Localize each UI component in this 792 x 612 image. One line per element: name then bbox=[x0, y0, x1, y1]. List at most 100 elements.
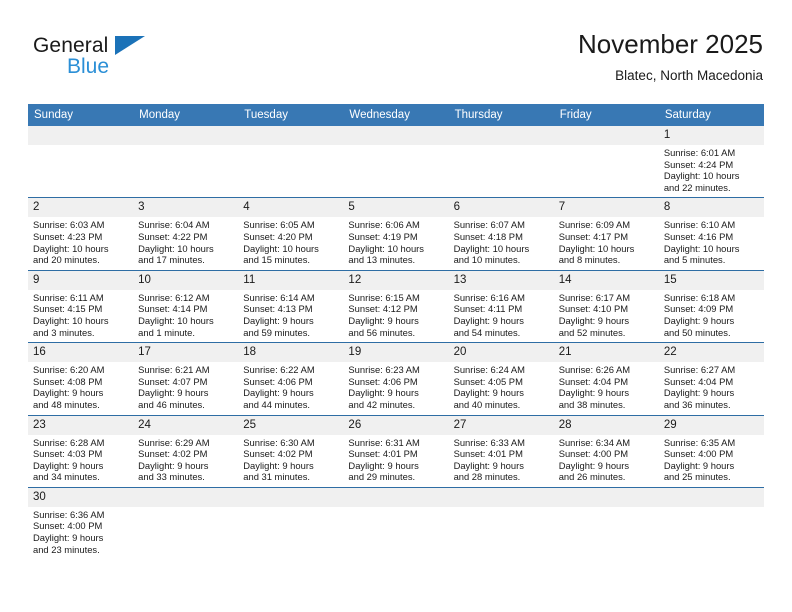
sunset-time: Sunset: 4:18 PM bbox=[453, 230, 523, 242]
day-number: 13 bbox=[448, 270, 554, 290]
daylight-duration-line1: Daylight: 9 hours bbox=[138, 387, 209, 399]
daylight-duration-line1: Daylight: 9 hours bbox=[138, 459, 209, 471]
weekday-header-monday: Monday bbox=[133, 104, 239, 126]
calendar-day-cell[interactable]: 23 Sunrise: 6:28 AM Sunset: 4:03 PM Dayligh… bbox=[28, 415, 134, 488]
day-number: 6 bbox=[448, 198, 554, 218]
calendar-day-cell[interactable]: 29 Sunrise: 6:35 AM Sunset: 4:00 PM Dayligh… bbox=[658, 415, 764, 488]
calendar-day-cell[interactable]: 5 Sunrise: 6:06 AM Sunset: 4:19 PM Daylight… bbox=[343, 197, 449, 271]
daylight-duration-line2: and 31 minutes. bbox=[243, 471, 310, 483]
calendar-day-cell-empty bbox=[553, 487, 659, 559]
calendar-day-cell[interactable]: 16 Sunrise: 6:20 AM Sunset: 4:08 PM Dayligh… bbox=[28, 342, 134, 416]
day-number: 16 bbox=[28, 343, 134, 363]
daylight-duration-line1: Daylight: 9 hours bbox=[348, 387, 419, 399]
sunset-time: Sunset: 4:06 PM bbox=[348, 375, 418, 387]
brand-logo[interactable]: General Blue bbox=[33, 34, 253, 78]
calendar-day-cell[interactable]: 18 Sunrise: 6:22 AM Sunset: 4:06 PM Dayligh… bbox=[238, 342, 344, 416]
daylight-duration-line2: and 40 minutes. bbox=[453, 398, 521, 410]
day-number: 7 bbox=[553, 198, 659, 218]
calendar-day-cell[interactable]: 11 Sunrise: 6:14 AM Sunset: 4:13 PM Dayligh… bbox=[238, 270, 344, 344]
calendar-day-cell[interactable]: 22 Sunrise: 6:27 AM Sunset: 4:04 PM Dayligh… bbox=[658, 342, 764, 416]
day-number: 10 bbox=[133, 270, 239, 290]
calendar-day-cell[interactable]: 12 Sunrise: 6:15 AM Sunset: 4:12 PM Dayligh… bbox=[343, 270, 449, 344]
calendar-day-cell[interactable]: 7 Sunrise: 6:09 AM Sunset: 4:17 PM Daylight… bbox=[553, 197, 659, 271]
day-details: Sunrise: 6:11 AM Sunset: 4:15 PM Daylight:… bbox=[28, 290, 133, 342]
daylight-duration-line2: and 56 minutes. bbox=[348, 326, 416, 338]
sunrise-time: Sunrise: 6:36 AM bbox=[33, 508, 105, 520]
sunset-time: Sunset: 4:12 PM bbox=[348, 303, 418, 315]
calendar-day-cell-empty bbox=[553, 126, 659, 199]
daylight-duration-line1: Daylight: 9 hours bbox=[33, 532, 104, 544]
sunrise-time: Sunrise: 6:21 AM bbox=[138, 364, 210, 376]
calendar-day-cell[interactable]: 24 Sunrise: 6:29 AM Sunset: 4:02 PM Dayligh… bbox=[133, 415, 239, 488]
calendar-day-cell[interactable]: 2 Sunrise: 6:03 AM Sunset: 4:23 PM Daylight… bbox=[28, 197, 134, 271]
daylight-duration-line2: and 25 minutes. bbox=[663, 471, 731, 483]
calendar-day-cell[interactable]: 3 Sunrise: 6:04 AM Sunset: 4:22 PM Daylight… bbox=[133, 197, 239, 271]
daylight-duration-line2: and 29 minutes. bbox=[348, 471, 416, 483]
calendar-day-cell[interactable]: 6 Sunrise: 6:07 AM Sunset: 4:18 PM Daylight… bbox=[448, 197, 554, 271]
calendar-day-cell[interactable]: 28 Sunrise: 6:34 AM Sunset: 4:00 PM Dayligh… bbox=[553, 415, 659, 488]
sunrise-time: Sunrise: 6:01 AM bbox=[663, 147, 736, 158]
daylight-duration-line2: and 44 minutes. bbox=[243, 398, 310, 410]
day-number: 3 bbox=[133, 198, 239, 218]
calendar-day-cell[interactable]: 15 Sunrise: 6:18 AM Sunset: 4:09 PM Dayligh… bbox=[658, 270, 764, 344]
day-number: 17 bbox=[133, 343, 239, 363]
sunset-time: Sunset: 4:14 PM bbox=[138, 303, 208, 315]
calendar-day-cell[interactable]: 8 Sunrise: 6:10 AM Sunset: 4:16 PM Daylight… bbox=[658, 197, 764, 271]
daylight-duration-line1: Daylight: 10 hours bbox=[558, 242, 635, 254]
day-details: Sunrise: 6:30 AM Sunset: 4:02 PM Daylight:… bbox=[238, 435, 343, 487]
calendar-day-cell[interactable]: 21 Sunrise: 6:26 AM Sunset: 4:04 PM Dayligh… bbox=[553, 342, 659, 416]
calendar-day-cell-empty bbox=[343, 487, 449, 559]
sunrise-time: Sunrise: 6:03 AM bbox=[33, 219, 105, 231]
calendar-table: Sunday Monday Tuesday Wednesday Thursday… bbox=[28, 104, 764, 559]
sunset-time: Sunset: 4:20 PM bbox=[243, 230, 313, 242]
calendar-day-cell[interactable]: 9 Sunrise: 6:11 AM Sunset: 4:15 PM Daylight… bbox=[28, 270, 134, 344]
calendar-header-row: Sunday Monday Tuesday Wednesday Thursday… bbox=[28, 104, 764, 126]
sunrise-time: Sunrise: 6:10 AM bbox=[663, 219, 736, 231]
sunrise-time: Sunrise: 6:34 AM bbox=[558, 436, 631, 448]
calendar-day-cell[interactable]: 13 Sunrise: 6:16 AM Sunset: 4:11 PM Dayligh… bbox=[448, 270, 554, 344]
daylight-duration-line2: and 34 minutes. bbox=[33, 471, 100, 483]
sunrise-time: Sunrise: 6:28 AM bbox=[33, 436, 105, 448]
day-details: Sunrise: 6:06 AM Sunset: 4:19 PM Daylight:… bbox=[343, 217, 448, 269]
day-number bbox=[448, 487, 554, 507]
day-details: Sunrise: 6:23 AM Sunset: 4:06 PM Daylight:… bbox=[343, 362, 448, 414]
calendar-day-cell[interactable]: 20 Sunrise: 6:24 AM Sunset: 4:05 PM Dayligh… bbox=[448, 342, 554, 416]
calendar-week-row: 2 Sunrise: 6:03 AM Sunset: 4:23 PM Daylight… bbox=[28, 197, 764, 271]
calendar-day-cell[interactable]: 14 Sunrise: 6:17 AM Sunset: 4:10 PM Dayligh… bbox=[553, 270, 659, 344]
brand-name-blue: Blue bbox=[67, 55, 110, 78]
calendar-day-cell[interactable]: 10 Sunrise: 6:12 AM Sunset: 4:14 PM Dayligh… bbox=[133, 270, 239, 344]
calendar-day-cell[interactable]: 17 Sunrise: 6:21 AM Sunset: 4:07 PM Dayligh… bbox=[133, 342, 239, 416]
daylight-duration-line1: Daylight: 9 hours bbox=[453, 459, 524, 471]
day-number: 12 bbox=[343, 270, 449, 290]
calendar-day-cell[interactable]: 26 Sunrise: 6:31 AM Sunset: 4:01 PM Dayligh… bbox=[343, 415, 449, 488]
brand-name-top-row: General bbox=[33, 34, 253, 57]
day-number: 4 bbox=[238, 198, 344, 218]
daylight-duration-line1: Daylight: 9 hours bbox=[453, 387, 524, 399]
daylight-duration-line2: and 52 minutes. bbox=[558, 326, 626, 338]
calendar-day-cell[interactable]: 27 Sunrise: 6:33 AM Sunset: 4:01 PM Dayligh… bbox=[448, 415, 554, 488]
day-details: Sunrise: 6:14 AM Sunset: 4:13 PM Daylight:… bbox=[238, 290, 343, 342]
day-details: Sunrise: 6:03 AM Sunset: 4:23 PM Daylight:… bbox=[28, 217, 133, 269]
daylight-duration-line2: and 50 minutes. bbox=[663, 326, 731, 338]
sunset-time: Sunset: 4:19 PM bbox=[348, 230, 418, 242]
day-number: 25 bbox=[238, 415, 344, 435]
calendar-day-cell[interactable]: 19 Sunrise: 6:23 AM Sunset: 4:06 PM Dayligh… bbox=[343, 342, 449, 416]
day-number bbox=[238, 126, 344, 145]
calendar-day-cell[interactable]: 4 Sunrise: 6:05 AM Sunset: 4:20 PM Daylight… bbox=[238, 197, 344, 271]
calendar-day-cell-empty bbox=[133, 126, 239, 199]
sunset-time: Sunset: 4:00 PM bbox=[33, 520, 103, 532]
calendar-day-cell-empty bbox=[448, 126, 554, 199]
daylight-duration-line1: Daylight: 10 hours bbox=[348, 242, 424, 254]
calendar-day-cell[interactable]: 1 Sunrise: 6:01 AM Sunset: 4:24 PM Daylight… bbox=[658, 126, 764, 199]
day-details: Sunrise: 6:22 AM Sunset: 4:06 PM Daylight:… bbox=[238, 362, 343, 414]
sunrise-time: Sunrise: 6:30 AM bbox=[243, 436, 315, 448]
sunrise-time: Sunrise: 6:35 AM bbox=[663, 436, 736, 448]
sunrise-time: Sunrise: 6:14 AM bbox=[243, 291, 315, 303]
calendar-day-cell[interactable]: 30 Sunrise: 6:36 AM Sunset: 4:00 PM Dayligh… bbox=[28, 487, 134, 559]
daylight-duration-line2: and 54 minutes. bbox=[453, 326, 521, 338]
calendar-page: General Blue November 2025 Blatec, North… bbox=[0, 0, 792, 612]
day-details: Sunrise: 6:05 AM Sunset: 4:20 PM Daylight:… bbox=[238, 217, 343, 269]
day-number: 28 bbox=[553, 415, 659, 435]
calendar-day-cell[interactable]: 25 Sunrise: 6:30 AM Sunset: 4:02 PM Dayligh… bbox=[238, 415, 344, 488]
day-number: 26 bbox=[343, 415, 449, 435]
